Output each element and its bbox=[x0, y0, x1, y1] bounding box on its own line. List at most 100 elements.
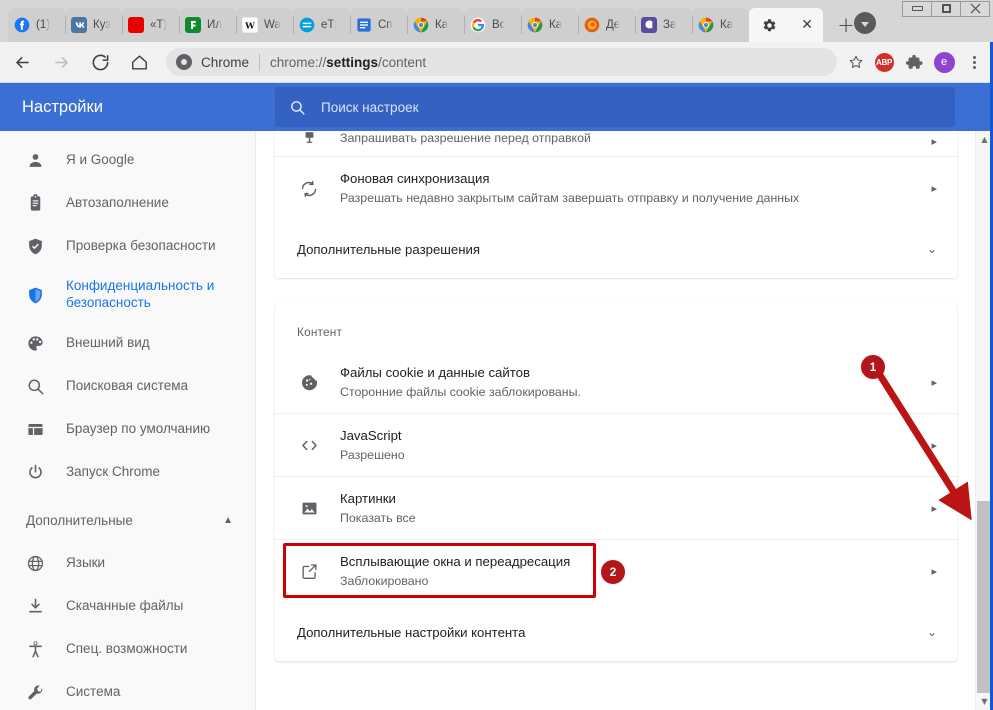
chevron-right-icon[interactable]: ▸ bbox=[931, 502, 937, 515]
sidebar-item-3[interactable]: Конфиденциальность и безопасность bbox=[0, 268, 255, 322]
tab-title: Ка bbox=[435, 19, 449, 31]
tab-title: Сп bbox=[378, 19, 393, 31]
accessibility-icon bbox=[26, 640, 48, 659]
sidebar-item-label: Проверка безопасности bbox=[66, 238, 216, 254]
permission-row-0[interactable]: Запрашивать разрешение перед отправкой ▸ bbox=[275, 131, 957, 157]
bookmark-star-icon[interactable] bbox=[843, 49, 869, 75]
page-title: Настройки bbox=[22, 97, 103, 116]
red-square-icon bbox=[128, 17, 144, 33]
sidebar-item-2[interactable]: Проверка безопасности bbox=[0, 225, 255, 268]
tab-7[interactable]: Ка bbox=[407, 8, 464, 42]
tab-strip: (1) Куз «Т) Ил W Wa еТ: Сп Ка Вс Ка Де За Ка ✕ + bbox=[0, 0, 993, 42]
search-settings-input[interactable]: Поиск настроек bbox=[275, 87, 955, 127]
tab-title: «Т) bbox=[150, 19, 168, 31]
settings-sidebar: Я и Google Автозаполнение Проверка безопас… bbox=[0, 131, 256, 710]
chevron-right-icon[interactable]: ▸ bbox=[931, 182, 937, 195]
additional-permissions-expander[interactable]: Дополнительные разрешения ⌄ bbox=[275, 220, 957, 278]
sidebar-item-0[interactable]: Я и Google bbox=[0, 139, 255, 182]
sidebar-advanced-item-3[interactable]: Система bbox=[0, 671, 255, 710]
tab-close-button[interactable]: ✕ bbox=[801, 18, 813, 32]
tab-3[interactable]: Ил bbox=[179, 8, 236, 42]
address-bar[interactable]: Chrome chrome://settings/content bbox=[166, 48, 837, 76]
back-button[interactable] bbox=[5, 45, 39, 79]
tab-4[interactable]: W Wa bbox=[236, 8, 293, 42]
search-placeholder: Поиск настроек bbox=[321, 99, 419, 115]
permission-row-1[interactable]: Фоновая синхронизация Разрешать недавно з… bbox=[275, 157, 957, 220]
tab-10[interactable]: Де bbox=[578, 8, 635, 42]
close-button[interactable] bbox=[960, 0, 990, 17]
restore-button[interactable] bbox=[931, 0, 961, 17]
sidebar-item-1[interactable]: Автозаполнение bbox=[0, 182, 255, 225]
chevron-right-icon[interactable]: ▸ bbox=[931, 376, 937, 389]
row-subtitle: Сторонние файлы cookie заблокированы. bbox=[340, 384, 581, 399]
sidebar-advanced-item-2[interactable]: Спец. возможности bbox=[0, 628, 255, 671]
adblock-plus-icon[interactable]: ABP bbox=[871, 49, 897, 75]
tab-11[interactable]: За bbox=[635, 8, 692, 42]
cookie-icon bbox=[297, 373, 321, 392]
content-section-title: Контент bbox=[297, 325, 343, 339]
tab-8[interactable]: Вс bbox=[464, 8, 521, 42]
forward-button[interactable] bbox=[44, 45, 78, 79]
browser-window: (1) Куз «Т) Ил W Wa еТ: Сп Ка Вс Ка Де За Ка ✕ + bbox=[0, 0, 993, 710]
tab-9[interactable]: Ка bbox=[521, 8, 578, 42]
tab-title: Де bbox=[606, 19, 621, 31]
tab-5[interactable]: еТ: bbox=[293, 8, 350, 42]
tab-settings-active[interactable]: ✕ bbox=[749, 8, 823, 42]
facebook-icon bbox=[14, 17, 30, 33]
tab-0[interactable]: (1) bbox=[8, 8, 65, 42]
content-row-2[interactable]: Картинки Показать все ▸ bbox=[275, 477, 957, 540]
home-button[interactable] bbox=[122, 45, 156, 79]
profile-avatar[interactable]: е bbox=[931, 49, 957, 75]
row-title: Всплывающие окна и переадресация bbox=[340, 554, 571, 570]
image-icon bbox=[297, 499, 321, 518]
annotation-badge-1: 1 bbox=[861, 355, 885, 379]
browser-toolbar: Chrome chrome://settings/content ABP е bbox=[0, 42, 993, 83]
row-text: Запрашивать разрешение перед отправкой bbox=[340, 131, 931, 148]
chrome-icon bbox=[413, 17, 429, 33]
chevron-right-icon[interactable]: ▸ bbox=[931, 439, 937, 452]
row-subtitle: Разрешено bbox=[340, 447, 405, 462]
settings-content: Запрашивать разрешение перед отправкой ▸ Ф… bbox=[257, 131, 993, 710]
chevron-right-icon[interactable]: ▸ bbox=[931, 135, 937, 148]
content-card: Контент Файлы cookie и данные сайтов Стор… bbox=[275, 303, 957, 661]
chrome-menu-button[interactable] bbox=[961, 49, 987, 75]
content-row-0[interactable]: Файлы cookie и данные сайтов Сторонние фа… bbox=[275, 351, 957, 414]
sidebar-item-4[interactable]: Внешний вид bbox=[0, 322, 255, 365]
tab-1[interactable]: Куз bbox=[65, 8, 122, 42]
sidebar-item-6[interactable]: Браузер по умолчанию bbox=[0, 408, 255, 451]
omnibox-divider bbox=[259, 53, 261, 71]
content-row-1[interactable]: JavaScript Разрешено ▸ bbox=[275, 414, 957, 477]
sidebar-item-5[interactable]: Поисковая система bbox=[0, 365, 255, 408]
sidebar-advanced-item-0[interactable]: Языки bbox=[0, 542, 255, 585]
row-subtitle: Показать все bbox=[340, 510, 416, 525]
tab-title: (1) bbox=[36, 19, 51, 31]
download-icon bbox=[26, 597, 48, 616]
sidebar-item-7[interactable]: Запуск Chrome bbox=[0, 451, 255, 494]
sidebar-advanced-group[interactable]: Дополнительные ▲ bbox=[0, 498, 255, 542]
tab-list-dropdown-button[interactable] bbox=[854, 12, 876, 34]
tab-12[interactable]: Ка bbox=[692, 8, 749, 42]
chrome-icon bbox=[176, 54, 192, 70]
url-suffix: /content bbox=[378, 54, 427, 70]
url-bold: settings bbox=[326, 54, 379, 70]
tab-2[interactable]: «Т) bbox=[122, 8, 179, 42]
row-text: Всплывающие окна и переадресация Заблокир… bbox=[340, 552, 931, 591]
tab-title: Вс bbox=[492, 19, 506, 31]
reload-button[interactable] bbox=[83, 45, 117, 79]
chrome-icon bbox=[527, 17, 543, 33]
tab-title: Ка bbox=[549, 19, 563, 31]
minimize-button[interactable] bbox=[902, 0, 932, 17]
f-green-icon bbox=[185, 17, 201, 33]
wrench-icon bbox=[26, 683, 48, 702]
chevron-right-icon[interactable]: ▸ bbox=[931, 565, 937, 578]
row-subtitle: Заблокировано bbox=[340, 574, 429, 589]
shield-icon bbox=[26, 286, 48, 305]
sidebar-item-label: Внешний вид bbox=[66, 335, 150, 351]
row-title: JavaScript bbox=[340, 427, 402, 443]
sidebar-advanced-item-1[interactable]: Скачанные файлы bbox=[0, 585, 255, 628]
power-icon bbox=[26, 463, 48, 482]
tab-6[interactable]: Сп bbox=[350, 8, 407, 42]
more-content-settings-expander[interactable]: Дополнительные настройки контента ⌄ bbox=[275, 603, 957, 661]
globe-icon bbox=[26, 554, 48, 573]
extensions-puzzle-icon[interactable] bbox=[901, 49, 927, 75]
